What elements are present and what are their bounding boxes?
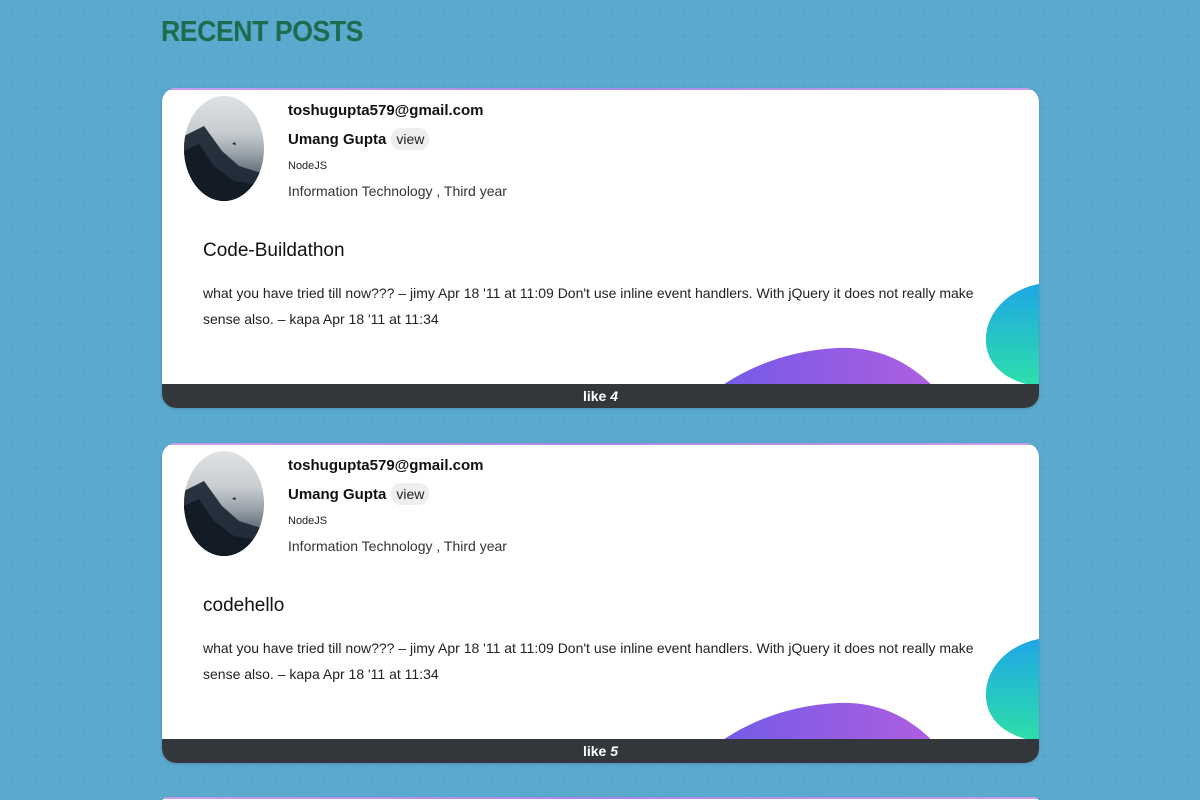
author-block: toshugupta579@gmail.com Umang Gupta view… <box>288 455 507 556</box>
like-count: 5 <box>610 743 619 759</box>
author-email: toshugupta579@gmail.com <box>288 102 484 119</box>
author-name[interactable]: Umang Gupta <box>288 131 386 148</box>
author-block: toshugupta579@gmail.com Umang Gupta view… <box>288 100 507 201</box>
post-title: codehello <box>203 595 285 616</box>
decorative-blob <box>985 283 1039 388</box>
section-title: RECENT POSTS <box>161 16 364 48</box>
post-title: Code-Buildathon <box>203 240 345 261</box>
author-name-row: Umang Gupta view <box>288 127 507 151</box>
misty-mountain-photo-icon <box>184 126 264 201</box>
post-body: what you have tried till now??? – jimy A… <box>203 640 974 682</box>
post-card: toshugupta579@gmail.com Umang Gupta view… <box>162 443 1039 763</box>
author-department: Information Technology , Third year <box>288 538 507 554</box>
author-name-row: Umang Gupta view <box>288 482 507 506</box>
avatar[interactable] <box>184 96 264 201</box>
author-skill: NodeJS <box>288 515 328 527</box>
decorative-blob <box>985 638 1039 743</box>
misty-mountain-photo-icon <box>184 481 264 556</box>
author-email: toshugupta579@gmail.com <box>288 457 484 474</box>
post-card: toshugupta579@gmail.com Umang Gupta view… <box>162 88 1039 408</box>
like-count: 4 <box>610 388 619 404</box>
like-label: like <box>582 743 607 759</box>
post-body: what you have tried till now??? – jimy A… <box>203 285 974 327</box>
like-label: like <box>582 388 607 404</box>
author-department: Information Technology , Third year <box>288 183 507 199</box>
view-profile-button[interactable]: view <box>391 483 430 505</box>
author-skill: NodeJS <box>288 160 328 172</box>
like-button[interactable]: like 4 <box>162 384 1039 408</box>
author-name[interactable]: Umang Gupta <box>288 486 386 503</box>
view-profile-button[interactable]: view <box>391 128 430 150</box>
avatar[interactable] <box>184 451 264 556</box>
like-button[interactable]: like 5 <box>162 739 1039 763</box>
